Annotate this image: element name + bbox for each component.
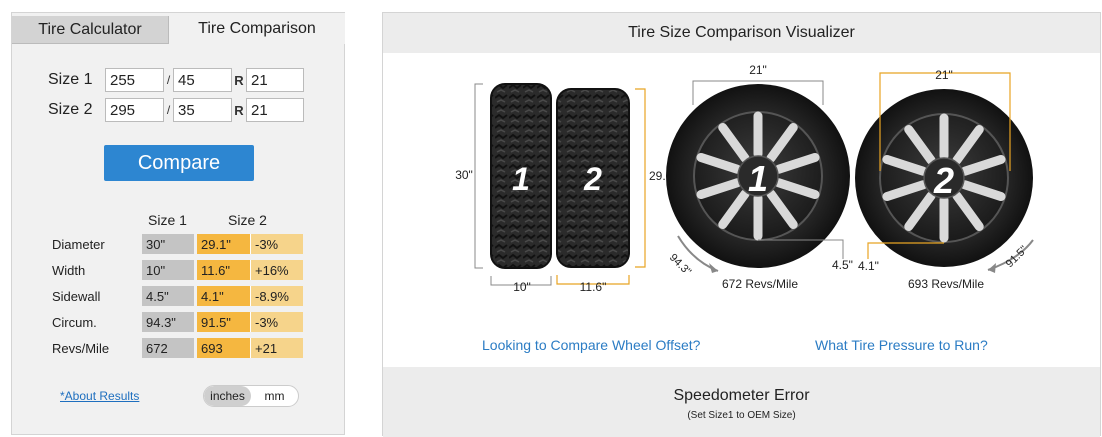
row-label: Width xyxy=(52,262,86,278)
tire1-tread-number: 1 xyxy=(512,161,530,197)
row-label: Revs/Mile xyxy=(52,340,110,356)
unit-inches-option[interactable]: inches xyxy=(204,386,251,406)
tire2-sidewall-label: 4.1" xyxy=(858,259,879,273)
tire1-tread-view: 1 xyxy=(490,83,552,269)
tire1-circumference-label: 94.3" xyxy=(667,252,693,278)
table-row: Revs/Mile 672 693 +21 xyxy=(52,338,303,358)
size1-value: 30" xyxy=(142,234,194,254)
table-header-size2: Size 2 xyxy=(228,212,267,228)
size2-value: 693 xyxy=(197,338,250,358)
speedometer-error-title: Speedometer Error xyxy=(673,387,810,404)
difference-value: -3% xyxy=(250,234,303,254)
visualizer-panel: Tire Size Comparison Visualizer 1 2 30" … xyxy=(382,12,1101,437)
size2-rim-input[interactable] xyxy=(246,98,304,122)
size2-row: Size 2 / R xyxy=(48,98,304,122)
tire1-revs-label: 672 Revs/Mile xyxy=(722,277,798,291)
speedometer-error-subtitle: (Set Size1 to OEM Size) xyxy=(687,410,796,421)
tire2-tread-number: 2 xyxy=(583,161,602,197)
table-row: Width 10" 11.6" +16% xyxy=(52,260,303,280)
difference-value: -3% xyxy=(250,312,303,332)
table-row: Diameter 30" 29.1" -3% xyxy=(52,234,303,254)
tire2-tread-view: 2 xyxy=(556,88,630,268)
tire1-diameter-label: 30" xyxy=(455,168,473,182)
size1-ratio-input[interactable] xyxy=(173,68,232,92)
speedometer-error-section: Speedometer Error (Set Size1 to OEM Size… xyxy=(383,367,1100,437)
about-results-link[interactable]: *About Results xyxy=(60,389,139,403)
table-row: Circum. 94.3" 91.5" -3% xyxy=(52,312,303,332)
size1-value: 4.5" xyxy=(142,286,194,306)
size1-row: Size 1 / R xyxy=(48,68,304,92)
size1-rim-input[interactable] xyxy=(246,68,304,92)
difference-value: -8.9% xyxy=(250,286,303,306)
size1-rim-prefix: R xyxy=(234,72,244,88)
difference-value: +16% xyxy=(250,260,303,280)
tire2-side-view: 2 xyxy=(855,89,1033,267)
size2-value: 29.1" xyxy=(197,234,250,254)
tire1-width-label: 10" xyxy=(513,280,531,294)
row-label: Diameter xyxy=(52,236,105,252)
table-row: Sidewall 4.5" 4.1" -8.9% xyxy=(52,286,303,306)
tire2-rim-label: 21" xyxy=(935,68,953,82)
wheel-offset-link[interactable]: Looking to Compare Wheel Offset? xyxy=(482,337,700,353)
size1-value: 94.3" xyxy=(142,312,194,332)
tire1-sidewall-label: 4.5" xyxy=(832,258,853,272)
tire-pressure-link[interactable]: What Tire Pressure to Run? xyxy=(815,337,988,353)
tab-tire-comparison[interactable]: Tire Comparison xyxy=(169,13,345,44)
unit-mm-option[interactable]: mm xyxy=(251,386,298,406)
size1-value: 10" xyxy=(142,260,194,280)
compare-button[interactable]: Compare xyxy=(104,145,254,181)
tire-visualization: 1 2 30" 29.1" 10" 11.6" 1 2 21" 21" 4.5"… xyxy=(455,63,1034,294)
row-label: Sidewall xyxy=(52,288,101,304)
tire2-side-number: 2 xyxy=(933,160,954,201)
difference-value: +21 xyxy=(250,338,303,358)
table-header-size1: Size 1 xyxy=(148,212,187,228)
tire1-side-number: 1 xyxy=(748,158,768,199)
size1-slash: / xyxy=(166,73,171,87)
size2-ratio-input[interactable] xyxy=(173,98,232,122)
unit-toggle[interactable]: inches mm xyxy=(203,385,299,407)
visualizer-title: Tire Size Comparison Visualizer xyxy=(383,13,1100,53)
size2-value: 4.1" xyxy=(197,286,250,306)
row-label: Circum. xyxy=(52,314,97,330)
tire1-rim-label: 21" xyxy=(749,63,767,77)
tire2-revs-label: 693 Revs/Mile xyxy=(908,277,984,291)
tab-tire-calculator[interactable]: Tire Calculator xyxy=(12,16,169,44)
tire-comparison-panel: Tire Calculator Tire Comparison Size 1 /… xyxy=(11,12,345,435)
size2-slash: / xyxy=(166,103,171,117)
size2-value: 91.5" xyxy=(197,312,250,332)
size1-value: 672 xyxy=(142,338,194,358)
size2-rim-prefix: R xyxy=(234,102,244,118)
size2-value: 11.6" xyxy=(197,260,250,280)
size2-width-input[interactable] xyxy=(105,98,164,122)
size1-width-input[interactable] xyxy=(105,68,164,92)
size2-label: Size 2 xyxy=(48,101,93,118)
tire2-width-label: 11.6" xyxy=(580,280,607,294)
size1-label: Size 1 xyxy=(48,71,93,88)
